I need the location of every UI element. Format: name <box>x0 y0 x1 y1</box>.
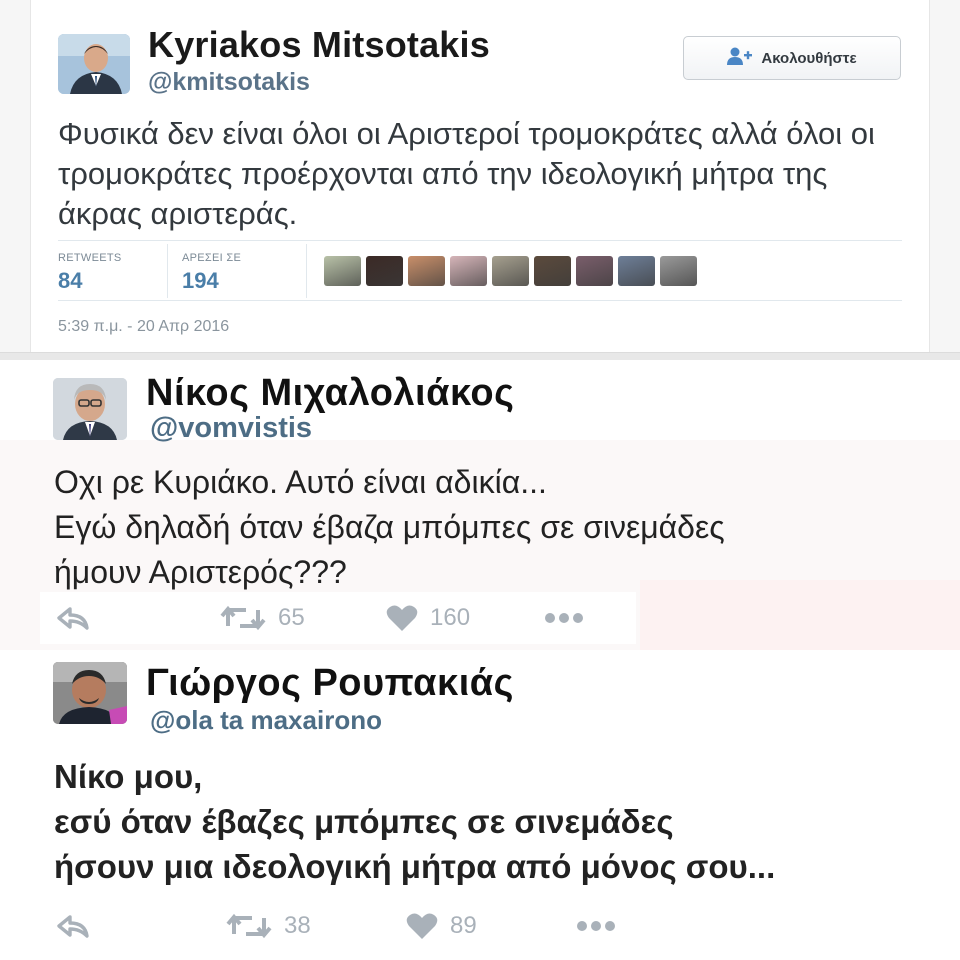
tweet-text: Νίκο μου, εσύ όταν έβαζες μπόμπες σε σιν… <box>54 754 954 889</box>
liker-avatar[interactable] <box>366 256 403 286</box>
tweet-actions: 65 160 <box>40 592 636 644</box>
tweet-text-line: Εγώ δηλαδή όταν έβαζα μπόμπες σε σινεμάδ… <box>54 509 725 545</box>
tweet-text-line: ήμουν Αριστερός??? <box>54 554 347 590</box>
reply-icon <box>56 913 90 939</box>
likes-label: ΑΡΕΣΕΙ ΣΕ <box>182 252 242 264</box>
stat-divider <box>167 244 168 298</box>
retweets-label: RETWEETS <box>58 252 122 264</box>
more-button[interactable] <box>576 920 616 932</box>
tweet-text: Φυσικά δεν είναι όλοι οι Αριστεροί τρομο… <box>58 116 875 231</box>
reply-icon <box>56 605 90 631</box>
avatar[interactable] <box>53 662 127 724</box>
liker-avatar[interactable] <box>618 256 655 286</box>
heart-icon <box>386 604 418 632</box>
author-handle[interactable]: @ola ta maxairono <box>150 705 382 736</box>
follow-button[interactable]: Ακολουθήστε <box>683 36 901 80</box>
author-handle[interactable]: @kmitsotakis <box>148 68 310 97</box>
more-button[interactable] <box>544 612 584 624</box>
author-name[interactable]: Γιώργος Ρουπακιάς <box>146 662 514 705</box>
tweet-text-line: εσύ όταν έβαζες μπόμπες σε σινεμάδες <box>54 803 674 840</box>
likes-count[interactable]: 194 <box>182 268 219 294</box>
tweet-text-line: ήσουν μια ιδεολογική μήτρα από μόνος σου… <box>54 848 776 885</box>
reply-button[interactable] <box>56 913 90 939</box>
more-icon <box>576 920 616 932</box>
tweet-card-roupakias: Γιώργος Ρουπακιάς @ola ta maxairono Νίκο… <box>0 650 960 960</box>
author-handle[interactable]: @vomvistis <box>150 412 312 445</box>
like-button[interactable]: 89 <box>406 912 477 940</box>
add-user-icon <box>727 47 753 70</box>
tweet-text: Οχι ρε Κυριάκο. Αυτό είναι αδικία... Εγώ… <box>54 460 934 595</box>
separator <box>0 352 960 360</box>
retweet-button[interactable]: 38 <box>226 912 311 940</box>
more-icon <box>544 612 584 624</box>
tweet-card-michaloliakos: Νίκος Μιχαλολιάκος @vomvistis Οχι ρε Κυρ… <box>0 360 960 650</box>
liker-avatar[interactable] <box>576 256 613 286</box>
avatar[interactable] <box>53 378 127 440</box>
retweet-icon <box>220 604 266 632</box>
tweet-timestamp[interactable]: 5:39 π.μ. - 20 Απρ 2016 <box>58 318 229 336</box>
avatar[interactable] <box>58 34 130 94</box>
author-name[interactable]: Kyriakos Mitsotakis <box>148 24 490 66</box>
stat-divider <box>306 244 307 298</box>
heart-icon <box>406 912 438 940</box>
retweet-button[interactable]: 65 <box>220 604 305 632</box>
retweets-count[interactable]: 84 <box>58 268 82 294</box>
tweet-actions: 38 89 <box>30 900 690 952</box>
retweet-count: 65 <box>278 604 305 631</box>
liker-avatar[interactable] <box>324 256 361 286</box>
tweet-text-line: Οχι ρε Κυριάκο. Αυτό είναι αδικία... <box>54 464 547 500</box>
like-count: 160 <box>430 604 471 631</box>
divider <box>58 300 902 301</box>
retweet-icon <box>226 912 272 940</box>
follow-label: Ακολουθήστε <box>761 49 857 67</box>
like-button[interactable]: 160 <box>386 604 470 632</box>
tweet-card-mitsotakis: Kyriakos Mitsotakis @kmitsotakis Ακολουθ… <box>0 0 960 360</box>
divider <box>58 240 902 241</box>
reply-button[interactable] <box>56 605 90 631</box>
tweet-text-line: Νίκο μου, <box>54 758 203 795</box>
liker-avatars <box>324 256 697 286</box>
author-name[interactable]: Νίκος Μιχαλολιάκος <box>146 372 514 415</box>
like-count: 89 <box>450 912 477 939</box>
liker-avatar[interactable] <box>450 256 487 286</box>
liker-avatar[interactable] <box>534 256 571 286</box>
liker-avatar[interactable] <box>408 256 445 286</box>
retweet-count: 38 <box>284 912 311 939</box>
liker-avatar[interactable] <box>492 256 529 286</box>
liker-avatar[interactable] <box>660 256 697 286</box>
